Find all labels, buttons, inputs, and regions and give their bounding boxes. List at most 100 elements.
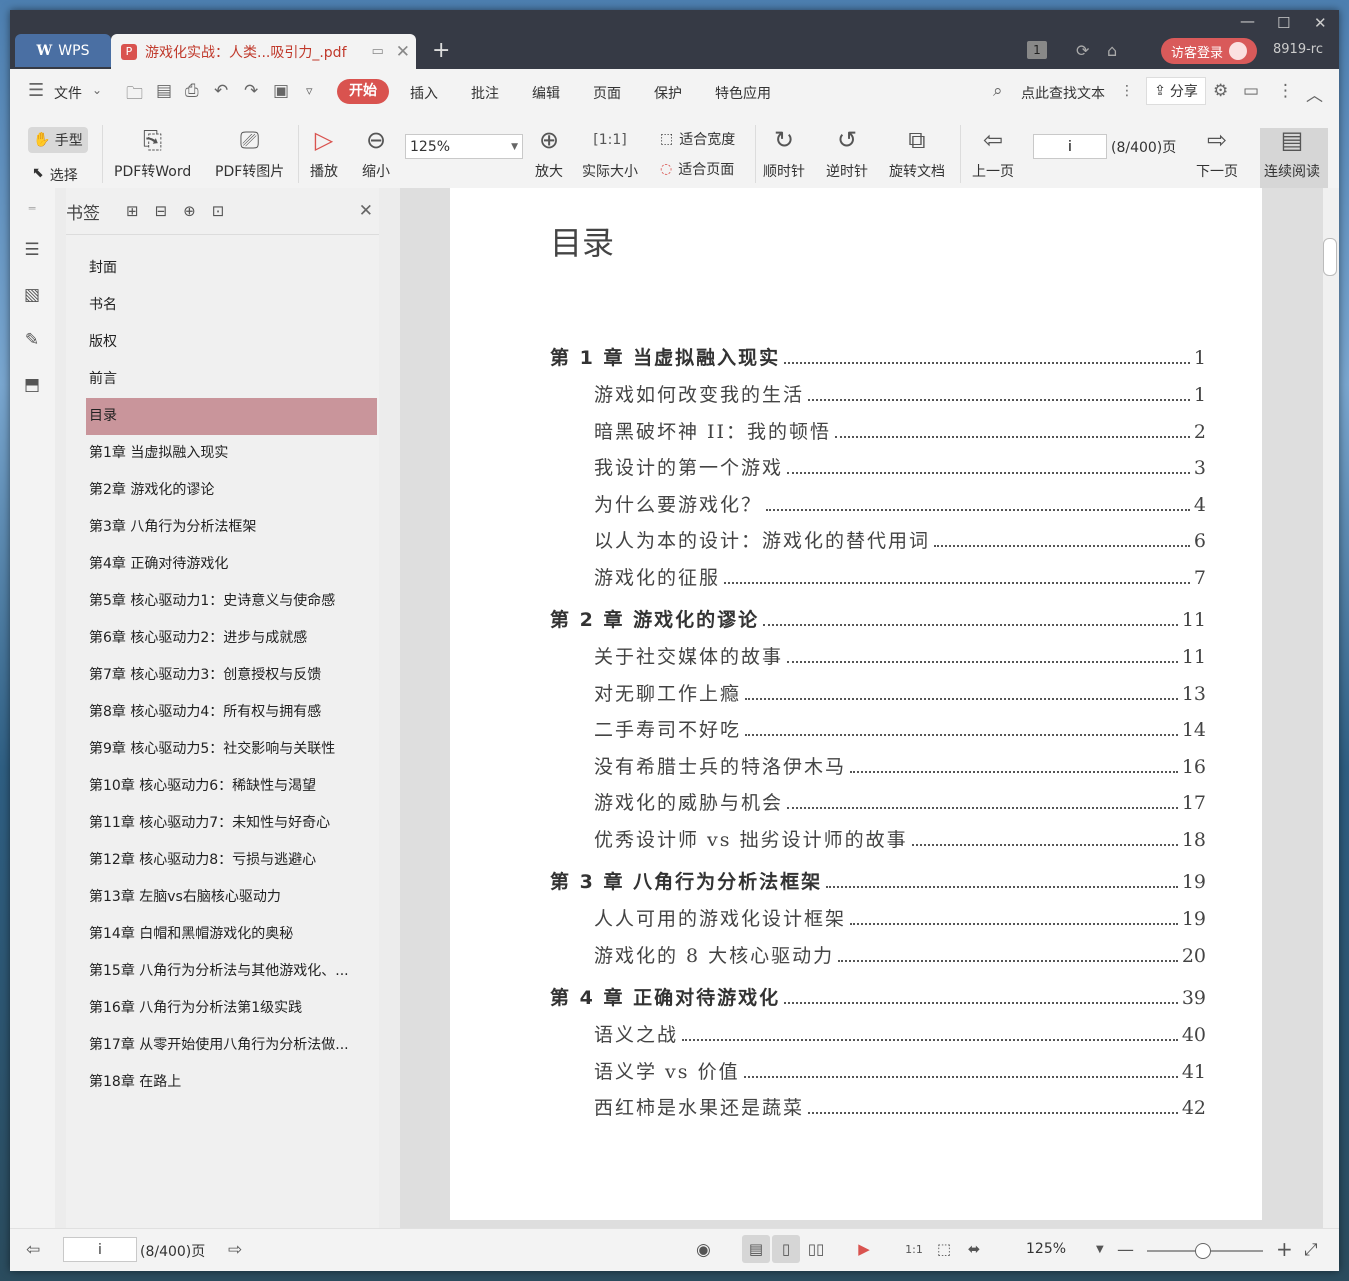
pdf-to-word-button[interactable]: ⎘ PDF转Word	[114, 123, 191, 181]
toc-section-entry[interactable]: 对无聊工作上瘾 13	[594, 679, 1206, 706]
play-slideshow-icon[interactable]: ▶	[850, 1235, 878, 1263]
actual-size-status-icon[interactable]: 1:1	[900, 1235, 928, 1263]
toc-section-entry[interactable]: 人人可用的游戏化设计框架 19	[594, 904, 1206, 931]
pdf-to-image-button[interactable]: ⎚ PDF转图片	[215, 123, 284, 181]
next-page-button[interactable]: ⇨ 下一页	[1196, 123, 1238, 181]
zoom-slider-knob[interactable]	[1195, 1243, 1211, 1259]
comment-icon[interactable]: ▭	[1243, 81, 1259, 101]
toc-section-entry[interactable]: 我设计的第一个游戏 3	[594, 453, 1206, 480]
settings-gear-icon[interactable]: ⚙	[1213, 81, 1228, 101]
bookmark-item[interactable]: ▶第7章 核心驱动力3：创意授权与反馈	[86, 657, 377, 694]
toc-section-entry[interactable]: 优秀设计师 vs 拙劣设计师的故事 18	[594, 825, 1206, 852]
collapse-ribbon-icon[interactable]: ︿	[1306, 81, 1323, 106]
bookmark-item[interactable]: 目录	[86, 398, 377, 435]
more-vertical-icon[interactable]: ⋮	[1277, 81, 1294, 101]
search-icon[interactable]: ⌕	[993, 81, 1003, 101]
hand-tool-button[interactable]: ✋ 手型	[28, 127, 88, 153]
bookmark-item[interactable]: 版权	[86, 324, 377, 361]
eye-protect-icon[interactable]: ◉	[696, 1240, 711, 1260]
continuous-reading-button[interactable]: ▤ 连续阅读	[1260, 126, 1328, 188]
annotation-icon[interactable]: ✎	[22, 330, 42, 350]
toc-section-entry[interactable]: 二手寿司不好吃 14	[594, 715, 1206, 742]
more-options-icon[interactable]: ⋮	[1120, 83, 1134, 99]
toc-section-entry[interactable]: 游戏化的 8 大核心驱动力 20	[594, 941, 1206, 968]
chevron-down-icon[interactable]: ⌄	[92, 83, 102, 97]
status-zoom-value[interactable]: 125%	[1026, 1241, 1066, 1257]
redo-icon[interactable]: ↷	[244, 81, 258, 101]
toc-section-entry[interactable]: 西红柿是水果还是蔬菜 42	[594, 1093, 1206, 1120]
toc-section-entry[interactable]: 游戏化的征服 7	[594, 563, 1206, 590]
share-button[interactable]: ⇪ 分享	[1146, 77, 1206, 105]
more-quick-access-icon[interactable]: ▿	[306, 84, 313, 99]
zoom-in-button[interactable]: ⊕ 放大	[535, 123, 563, 181]
close-tab-icon[interactable]: ✕	[396, 42, 410, 62]
document-tab[interactable]: P 游戏化实战：人类...吸引力_.pdf ▭ ✕	[111, 34, 416, 69]
tab-edit[interactable]: 编辑	[532, 83, 560, 103]
toc-section-entry[interactable]: 为什么要游戏化？ 4	[594, 490, 1206, 517]
tab-special-apps[interactable]: 特色应用	[715, 83, 771, 103]
toc-section-entry[interactable]: 游戏化的威胁与机会 17	[594, 788, 1206, 815]
vertical-scrollbar[interactable]	[1323, 188, 1339, 1228]
expand-all-icon[interactable]: ⊞	[126, 202, 139, 220]
cloud-sync-icon[interactable]: ⟳	[1076, 41, 1089, 60]
bookmark-list-icon[interactable]: ☰	[22, 240, 42, 260]
tab-start[interactable]: 开始	[337, 79, 389, 104]
fullscreen-icon[interactable]: ⤢	[1304, 1240, 1318, 1260]
prev-page-icon[interactable]: ⇦	[26, 1240, 40, 1260]
print-icon[interactable]: ⎙	[185, 81, 199, 101]
toc-section-entry[interactable]: 语义学 vs 价值 41	[594, 1057, 1206, 1084]
continuous-view-icon[interactable]: ▤	[742, 1235, 770, 1263]
bookmark-item[interactable]: ▶第13章 左脑vs右脑核心驱动力	[86, 879, 377, 916]
rotate-document-button[interactable]: ⧉ 旋转文档	[889, 123, 945, 181]
toc-section-entry[interactable]: 语义之战 40	[594, 1020, 1206, 1047]
bookmark-options-icon[interactable]: ⊡	[212, 202, 225, 220]
status-page-input[interactable]: i	[63, 1237, 137, 1262]
toc-chapter-entry[interactable]: 第 4 章 正确对待游戏化 39	[550, 983, 1206, 1010]
fit-width-status-icon[interactable]: ⬌	[960, 1235, 988, 1263]
toc-section-entry[interactable]: 关于社交媒体的故事 11	[594, 642, 1206, 669]
zoom-slider[interactable]	[1147, 1243, 1263, 1259]
bookmark-item[interactable]: 书名	[86, 287, 377, 324]
bookmark-item[interactable]: ▶第5章 核心驱动力1：史诗意义与使命感	[86, 583, 377, 620]
image-export-icon[interactable]: ⬒	[22, 375, 42, 395]
bookmark-item[interactable]: ▶第17章 从零开始使用八角行为分析法做...	[86, 1027, 377, 1064]
play-button[interactable]: ▷ 播放	[310, 123, 338, 181]
bookmark-item[interactable]: ▶第15章 八角行为分析法与其他游戏化、...	[86, 953, 377, 990]
next-page-icon[interactable]: ⇨	[228, 1240, 242, 1260]
prev-page-button[interactable]: ⇦ 上一页	[972, 123, 1014, 181]
file-menu[interactable]: 文件	[54, 83, 82, 103]
hamburger-menu-icon[interactable]: ☰	[28, 80, 44, 101]
close-window-icon[interactable]: ✕	[1314, 14, 1327, 32]
bookmark-item[interactable]: ▶第11章 核心驱动力7：未知性与好奇心	[86, 805, 377, 842]
bookmark-item[interactable]: ▶第14章 白帽和黑帽游戏化的奥秘	[86, 916, 377, 953]
scrollbar-thumb[interactable]	[1323, 238, 1337, 276]
bookmark-item[interactable]: ▶第4章 正确对待游戏化	[86, 546, 377, 583]
search-text-button[interactable]: 点此查找文本	[1021, 83, 1105, 103]
actual-size-button[interactable]: [1:1] 实际大小	[582, 123, 638, 181]
bookmark-item[interactable]: ▶第10章 核心驱动力6：稀缺性与渴望	[86, 768, 377, 805]
guest-login-button[interactable]: 访客登录	[1161, 38, 1257, 64]
bookmark-item[interactable]: ▶第3章 八角行为分析法框架	[86, 509, 377, 546]
page-number-input[interactable]: i	[1033, 134, 1107, 159]
bookmark-item[interactable]: ▶第9章 核心驱动力5：社交影响与关联性	[86, 731, 377, 768]
zoom-select[interactable]: 125% ▼	[405, 134, 523, 159]
open-folder-icon[interactable]: 🗀	[126, 81, 143, 110]
collapse-all-icon[interactable]: ⊟	[155, 202, 168, 220]
bookmark-item[interactable]: ▶第16章 八角行为分析法第1级实践	[86, 990, 377, 1027]
toc-section-entry[interactable]: 以人为本的设计：游戏化的替代用词 6	[594, 526, 1206, 553]
skin-shirt-icon[interactable]: ⌂	[1107, 41, 1117, 60]
zoom-out-status-icon[interactable]: —	[1117, 1240, 1134, 1260]
add-bookmark-icon[interactable]: ⊕	[183, 202, 196, 220]
bookmark-item[interactable]: ▶第6章 核心驱动力2：进步与成就感	[86, 620, 377, 657]
tab-protect[interactable]: 保护	[654, 83, 682, 103]
rotate-counterclockwise-button[interactable]: ↺ 逆时针	[826, 123, 868, 181]
window-count-badge[interactable]: 1	[1027, 41, 1047, 59]
toc-chapter-entry[interactable]: 第 1 章 当虚拟融入现实 1	[550, 343, 1206, 370]
rotate-clockwise-button[interactable]: ↻ 顺时针	[763, 123, 805, 181]
bookmark-item[interactable]: 封面	[86, 250, 377, 287]
single-page-view-icon[interactable]: ▯	[772, 1235, 800, 1263]
minimize-icon[interactable]: —	[1240, 12, 1255, 30]
monitor-icon[interactable]: ▭	[371, 44, 383, 59]
bookmark-item[interactable]: 前言	[86, 361, 377, 398]
thumbnail-image-icon[interactable]: ▧	[22, 285, 42, 305]
